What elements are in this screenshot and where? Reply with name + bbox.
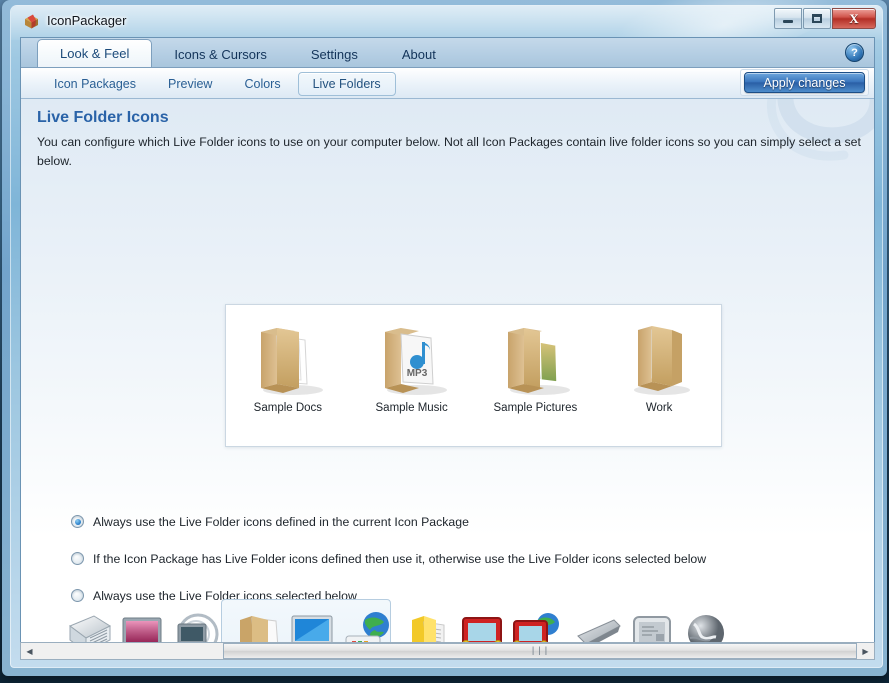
title-bar[interactable]: IconPackager X bbox=[11, 6, 882, 37]
preview-item-work[interactable]: Work bbox=[597, 305, 721, 446]
sub-tab-bar: Icon Packages Preview Colors Live Folder… bbox=[21, 68, 874, 99]
radio-indicator bbox=[71, 552, 84, 565]
horizontal-scrollbar[interactable]: ◀ ||| ▶ bbox=[20, 642, 875, 660]
window-frame: IconPackager X Look & Feel Icons & Curso… bbox=[2, 0, 887, 676]
folder-docs-icon bbox=[249, 318, 327, 400]
subtab-icon-packages[interactable]: Icon Packages bbox=[39, 72, 151, 96]
preview-folder-list: Sample Docs MP3 Sample Music Sample Pict… bbox=[226, 305, 721, 446]
radio-option-always-package[interactable]: Always use the Live Folder icons defined… bbox=[71, 509, 706, 534]
subtab-preview[interactable]: Preview bbox=[153, 72, 227, 96]
page-title: Live Folder Icons bbox=[37, 109, 169, 126]
minimize-icon bbox=[783, 20, 793, 23]
client-area: Look & Feel Icons & Cursors Settings Abo… bbox=[20, 37, 875, 660]
scrollbar-grip-icon: ||| bbox=[530, 646, 550, 656]
scroll-left-arrow-icon[interactable]: ◀ bbox=[21, 643, 38, 659]
maximize-icon bbox=[812, 14, 822, 23]
content-area: Live Folder Icons You can configure whic… bbox=[21, 99, 874, 660]
maximize-button[interactable] bbox=[803, 8, 831, 29]
folder-pictures-icon bbox=[496, 318, 574, 400]
apply-changes-button[interactable]: Apply changes bbox=[744, 72, 865, 93]
radio-label: If the Icon Package has Live Folder icon… bbox=[93, 551, 707, 566]
page-description: You can configure which Live Folder icon… bbox=[37, 135, 861, 168]
subtab-live-folders[interactable]: Live Folders bbox=[297, 72, 396, 96]
tab-look-and-feel[interactable]: Look & Feel bbox=[37, 39, 153, 67]
subtab-colors[interactable]: Colors bbox=[229, 72, 295, 96]
radio-option-package-else-selected[interactable]: If the Icon Package has Live Folder icon… bbox=[71, 546, 706, 571]
scrollbar-track[interactable]: ||| bbox=[38, 643, 857, 659]
apply-changes-container: Apply changes bbox=[740, 69, 869, 96]
scrollbar-thumb[interactable]: ||| bbox=[223, 643, 857, 659]
desktop-background: IconPackager X Look & Feel Icons & Curso… bbox=[0, 0, 889, 683]
window-title: IconPackager bbox=[47, 13, 127, 28]
preview-label: Work bbox=[645, 402, 673, 414]
scroll-right-arrow-icon[interactable]: ▶ bbox=[857, 643, 874, 659]
sub-tabs: Icon Packages Preview Colors Live Folder… bbox=[39, 72, 396, 96]
help-icon[interactable]: ? bbox=[845, 43, 864, 62]
preview-item-sample-pictures[interactable]: Sample Pictures bbox=[474, 305, 598, 446]
close-icon: X bbox=[849, 10, 859, 26]
preview-item-sample-music[interactable]: MP3 Sample Music bbox=[350, 305, 474, 446]
window-inner-frame: IconPackager X Look & Feel Icons & Curso… bbox=[10, 0, 883, 668]
folder-work-icon bbox=[620, 318, 698, 400]
tab-icons-and-cursors[interactable]: Icons & Cursors bbox=[152, 42, 288, 67]
package-icon bbox=[23, 13, 40, 30]
radio-label: Always use the Live Folder icons defined… bbox=[93, 514, 469, 529]
main-tab-bar: Look & Feel Icons & Cursors Settings Abo… bbox=[21, 38, 874, 68]
tab-settings[interactable]: Settings bbox=[289, 42, 380, 67]
radio-indicator bbox=[71, 515, 84, 528]
live-folder-preview-panel: Sample Docs MP3 Sample Music Sample Pict… bbox=[225, 304, 722, 447]
window-controls: X bbox=[774, 8, 876, 29]
folder-music-mp3-icon: MP3 bbox=[373, 318, 451, 400]
preview-label: Sample Pictures bbox=[493, 402, 578, 414]
preview-label: Sample Docs bbox=[253, 402, 323, 414]
close-button[interactable]: X bbox=[832, 8, 876, 29]
minimize-button[interactable] bbox=[774, 8, 802, 29]
main-tabs: Look & Feel Icons & Cursors Settings Abo… bbox=[37, 38, 458, 67]
tab-about[interactable]: About bbox=[380, 42, 458, 67]
preview-label: Sample Music bbox=[375, 402, 448, 414]
preview-item-sample-docs[interactable]: Sample Docs bbox=[226, 305, 350, 446]
